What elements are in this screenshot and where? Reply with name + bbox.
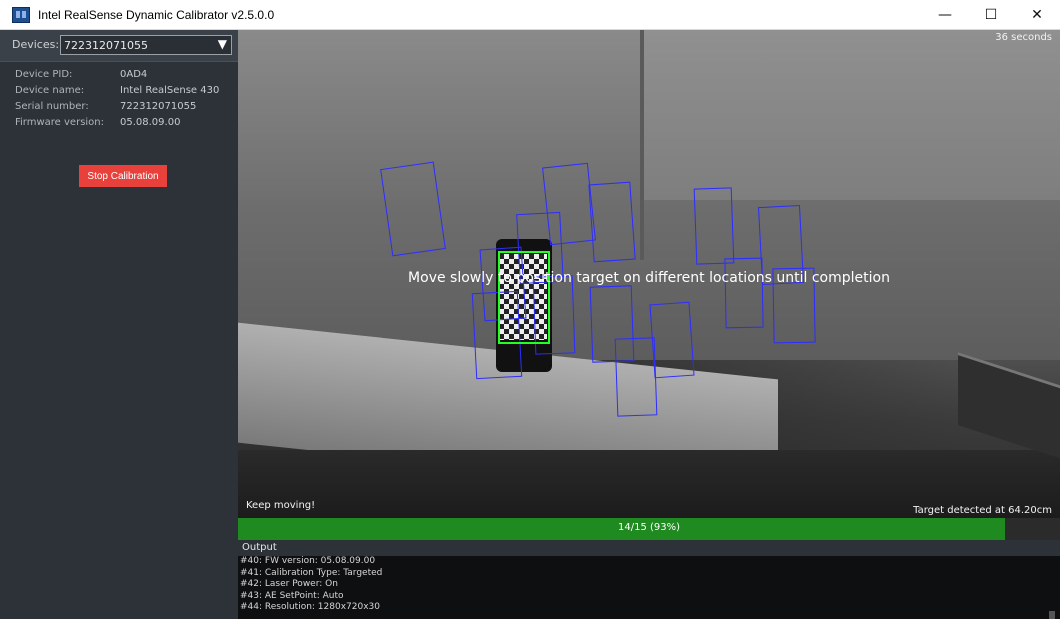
target-position-box (588, 181, 636, 263)
scrollbar-thumb[interactable] (1049, 611, 1055, 619)
chevron-down-icon[interactable]: ▼ (218, 37, 227, 51)
scene-seam (640, 30, 644, 260)
maximize-button[interactable]: ☐ (968, 0, 1014, 29)
output-title: Output (242, 542, 277, 553)
info-value: Intel RealSense 430 (120, 85, 220, 96)
window-title: Intel RealSense Dynamic Calibrator v2.5.… (38, 7, 275, 22)
info-row: Firmware version: 05.08.09.00 (15, 115, 219, 131)
info-key: Device name: (15, 85, 85, 96)
title-bar: Intel RealSense Dynamic Calibrator v2.5.… (0, 0, 1060, 30)
instruction-text: Move slowly to position target on differ… (408, 270, 890, 286)
sidebar: Devices: 722312071055 ▼ Device PID: 0AD4… (0, 30, 238, 619)
output-panel-header: Output (238, 540, 1060, 556)
detected-target-box (498, 251, 550, 344)
info-key: Firmware version: (15, 117, 105, 128)
info-row: Device PID: 0AD4 (15, 67, 219, 83)
scene-wall (643, 30, 1060, 210)
target-position-box (649, 301, 695, 379)
info-value: 05.08.09.00 (120, 117, 181, 128)
device-info: Device PID: 0AD4 Device name: Intel Real… (15, 67, 219, 131)
app-logo-icon (12, 6, 30, 23)
close-button[interactable]: ✕ (1014, 0, 1060, 29)
log-line: #44: Resolution: 1280x720x30 (240, 602, 380, 612)
log-line: #40: FW version: 05.08.09.00 (240, 556, 376, 566)
stop-calibration-button[interactable]: Stop Calibration (79, 165, 167, 187)
log-line: #41: Calibration Type: Targeted (240, 567, 383, 578)
target-position-box (724, 257, 764, 329)
devices-label: Devices: (12, 38, 60, 51)
target-distance: Target detected at 64.20cm (913, 505, 1052, 516)
log-line: #43: AE SetPoint: Auto (240, 590, 344, 601)
scene-device (958, 352, 1060, 461)
minimize-button[interactable]: — (922, 0, 968, 29)
info-value: 0AD4 (120, 69, 148, 80)
target-position-box (693, 187, 735, 265)
camera-view: 36 seconds Move slowly to position targe… (238, 30, 1060, 518)
device-selector-row: Devices: 722312071055 ▼ (0, 30, 238, 62)
device-dropdown[interactable]: 722312071055 ▼ (60, 35, 232, 55)
info-row: Serial number: 722312071055 (15, 99, 219, 115)
progress-label: 14/15 (93%) (617, 522, 681, 533)
log-line: #42: Laser Power: On (240, 579, 338, 589)
window-controls: — ☐ ✕ (922, 0, 1060, 29)
info-key: Device PID: (15, 69, 73, 80)
info-value: 722312071055 (120, 101, 197, 112)
countdown-timer: 36 seconds (995, 32, 1052, 43)
info-key: Serial number: (15, 101, 89, 112)
target-position-box (614, 337, 658, 417)
calibration-progress-bar: 14/15 (93%) (238, 518, 1060, 540)
info-row: Device name: Intel RealSense 430 (15, 83, 219, 99)
status-hint: Keep moving! (246, 500, 316, 511)
device-dropdown-value: 722312071055 (64, 38, 148, 52)
output-log[interactable]: #40: FW version: 05.08.09.00 #41: Calibr… (238, 556, 1060, 619)
